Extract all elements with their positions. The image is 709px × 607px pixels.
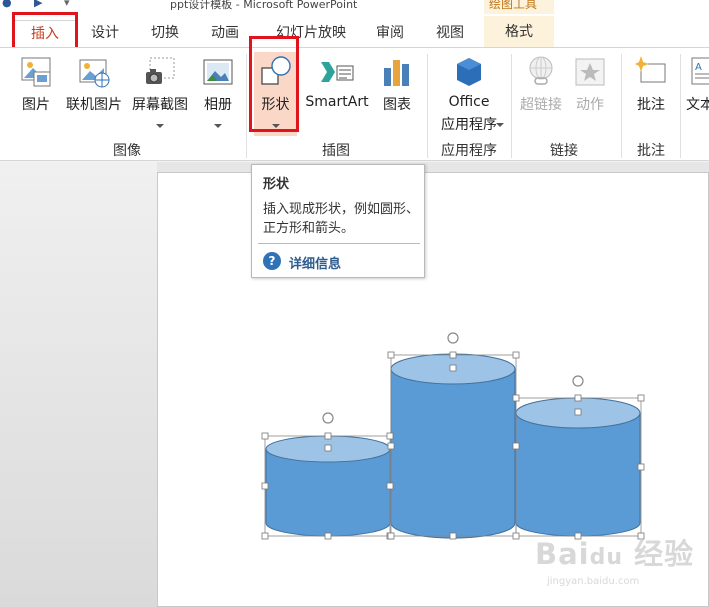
tooltip-title: 形状 <box>263 177 290 192</box>
quick-access-toolbar: ● ▶ ▾ <box>0 0 80 10</box>
comment-label: 批注 <box>637 97 665 113</box>
help-icon[interactable]: ? <box>263 252 281 270</box>
highlight-box-insert-tab <box>12 12 78 50</box>
illustrations-group-label: 插图 <box>322 143 350 159</box>
photo-album-button[interactable]: 相册 <box>196 48 240 144</box>
textbox-button[interactable]: A 文本 <box>684 48 709 134</box>
start-slideshow-icon[interactable]: ▶ <box>34 0 42 9</box>
app-icon: ● <box>2 0 12 9</box>
screenshot-icon <box>146 57 175 84</box>
ribbon: 图片 联机图片 屏幕截图 相册 图像 形状 SmartArt 图表 插图 Off… <box>0 36 709 161</box>
online-picture-button[interactable]: 联机图片 <box>62 48 126 134</box>
slide-thumbnail-pane[interactable] <box>0 162 157 607</box>
action-star-icon <box>575 58 605 86</box>
comment-icon <box>635 56 666 83</box>
tab-design[interactable]: 设计 <box>84 20 126 46</box>
tab-format[interactable]: 格式 <box>484 16 554 48</box>
group-separator <box>427 54 428 158</box>
online-picture-label: 联机图片 <box>66 97 122 113</box>
chart-label: 图表 <box>383 97 411 113</box>
tab-transitions[interactable]: 切换 <box>143 20 187 46</box>
smartart-icon <box>321 62 354 82</box>
textbox-label: 文本 <box>686 97 709 113</box>
chart-button[interactable]: 图表 <box>374 48 420 134</box>
office-store-icon <box>457 58 481 86</box>
hyperlink-button[interactable]: 超链接 <box>514 48 568 134</box>
comments-group-label: 批注 <box>637 143 665 159</box>
hyperlink-icon <box>529 56 553 85</box>
shapes-tooltip: 形状 插入现成形状，例如圆形、正方形和箭头。 ? 详细信息 <box>251 164 425 278</box>
tooltip-divider <box>258 243 420 244</box>
office-apps-dropdown-caret[interactable] <box>496 123 504 127</box>
chart-icon <box>384 60 409 86</box>
highlight-box-shapes-button <box>249 36 299 132</box>
screenshot-label: 屏幕截图 <box>132 97 188 113</box>
photo-album-dropdown-caret[interactable] <box>214 124 222 128</box>
links-group-label: 链接 <box>550 143 578 159</box>
office-apps-button[interactable]: Office 应用程序 <box>430 48 508 144</box>
apps-group-label: 应用程序 <box>441 143 497 159</box>
tab-animations[interactable]: 动画 <box>203 20 247 46</box>
cylinder-shape[interactable] <box>515 397 641 537</box>
group-separator <box>621 54 622 158</box>
action-button[interactable]: 动作 <box>568 48 612 134</box>
picture-label: 图片 <box>22 97 50 113</box>
textbox-icon: A <box>691 57 709 85</box>
office-apps-label-line1: Office <box>448 94 490 110</box>
tooltip-description: 插入现成形状，例如圆形、正方形和箭头。 <box>263 202 420 236</box>
smartart-label: SmartArt <box>305 94 369 110</box>
title-bar: ● ▶ ▾ ppt设计模板 - Microsoft PowerPoint 绘图工… <box>0 0 709 14</box>
contextual-tab-group: 绘图工具 <box>484 0 554 14</box>
contextual-tab-group-label: 绘图工具 <box>489 0 538 11</box>
watermark-logo: Baidu 经验 <box>535 537 695 571</box>
watermark-url: jingyan.baidu.com <box>547 576 640 587</box>
baidu-watermark: Baidu 经验 jingyan.baidu.com <box>535 531 705 601</box>
action-label: 动作 <box>576 97 604 113</box>
tooltip-more-info-link[interactable]: 详细信息 <box>289 253 341 272</box>
tab-review[interactable]: 审阅 <box>368 20 412 46</box>
window-title: ppt设计模板 - Microsoft PowerPoint <box>170 0 358 11</box>
photo-album-icon <box>203 59 233 85</box>
picture-button[interactable]: 图片 <box>12 48 60 134</box>
photo-album-label: 相册 <box>204 97 232 113</box>
group-separator <box>246 54 247 158</box>
screenshot-dropdown-caret[interactable] <box>156 124 164 128</box>
images-group-label: 图像 <box>113 143 141 159</box>
group-separator <box>680 54 681 158</box>
comment-button[interactable]: 批注 <box>624 48 678 134</box>
group-separator <box>511 54 512 158</box>
picture-icon <box>21 57 51 87</box>
ribbon-tabs: 插入 设计 切换 动画 幻灯片放映 审阅 视图 格式 <box>0 14 709 48</box>
tab-view[interactable]: 视图 <box>428 20 472 46</box>
svg-text:A: A <box>695 62 702 73</box>
customize-qat-icon[interactable]: ▾ <box>64 0 70 9</box>
cylinder-shape[interactable] <box>390 353 516 539</box>
online-picture-icon <box>79 59 110 88</box>
smartart-button[interactable]: SmartArt <box>302 48 372 134</box>
hyperlink-label: 超链接 <box>520 97 562 113</box>
screenshot-button[interactable]: 屏幕截图 <box>128 48 192 144</box>
